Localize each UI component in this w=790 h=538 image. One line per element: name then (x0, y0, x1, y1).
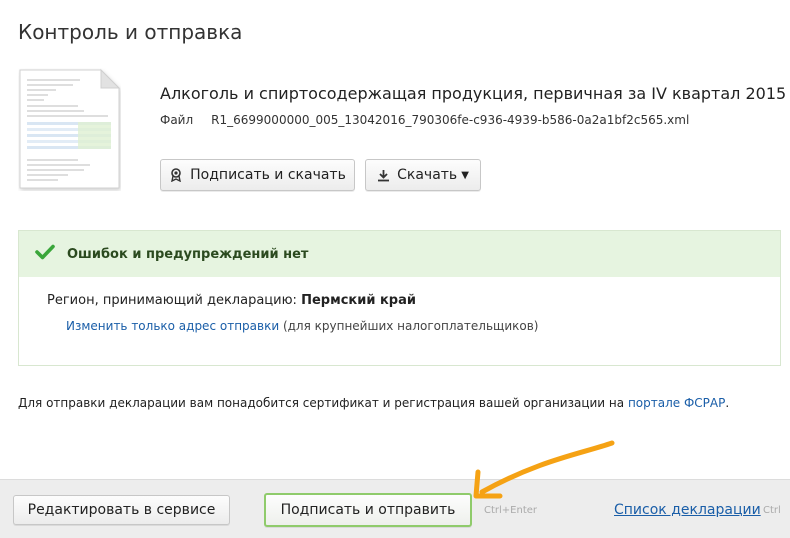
file-title: Алкоголь и спиртосодержащая продукция, п… (160, 84, 787, 103)
declarations-list-link[interactable]: Список декларации (614, 502, 761, 518)
seal-icon (169, 168, 183, 182)
file-name-row: Файл R1_6699000000_005_13042016_790306fe-… (160, 113, 689, 127)
change-address-link[interactable]: Изменить только адрес отправки (66, 319, 279, 333)
validation-panel: Ошибок и предупреждений нет Регион, прин… (18, 230, 781, 366)
download-icon (377, 169, 390, 182)
region-row: Регион, принимающий декларацию: Пермский… (47, 293, 416, 308)
chevron-down-icon: ▼ (461, 169, 469, 181)
file-label: Файл (160, 113, 194, 127)
region-value: Пермский край (301, 293, 416, 308)
download-button[interactable]: Скачать ▼ (365, 159, 481, 191)
change-address-note: (для крупнейших налогоплательщиков) (282, 319, 539, 333)
address-row: Изменить только адрес отправки (для круп… (66, 319, 538, 333)
certificate-info-end: . (725, 396, 730, 410)
sign-and-download-label: Подписать и скачать (190, 167, 346, 183)
download-label: Скачать (397, 167, 458, 183)
certificate-info-text: Для отправки декларации вам понадобится … (18, 396, 625, 410)
footer-bar: Редактировать в сервисе Подписать и отпр… (0, 479, 790, 538)
edit-in-service-button[interactable]: Редактировать в сервисе (13, 495, 230, 525)
page-title: Контроль и отправка (18, 20, 243, 44)
check-icon (35, 244, 55, 264)
sign-and-download-button[interactable]: Подписать и скачать (160, 159, 355, 191)
validation-status: Ошибок и предупреждений нет (19, 231, 780, 277)
certificate-info: Для отправки декларации вам понадобится … (18, 396, 729, 410)
document-thumbnail (18, 68, 121, 191)
validation-message: Ошибок и предупреждений нет (67, 246, 309, 262)
region-label: Регион, принимающий декларацию: (47, 293, 297, 308)
sign-and-send-button[interactable]: Подписать и отправить (264, 493, 472, 527)
file-name: R1_6699000000_005_13042016_790306fe-c936… (211, 113, 690, 127)
list-shortcut-hint: Ctrl (763, 505, 781, 516)
fsrar-portal-link[interactable]: портале ФСРАР (628, 396, 725, 410)
send-shortcut-hint: Ctrl+Enter (484, 505, 538, 516)
